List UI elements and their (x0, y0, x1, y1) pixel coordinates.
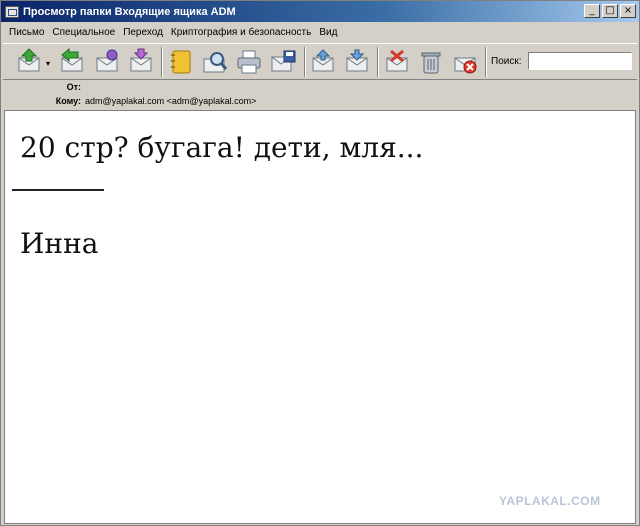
forward-icon[interactable] (127, 48, 155, 76)
message-body: 20 стр? бугага! дети, мля... Инна YAPLAK… (4, 110, 636, 524)
menu-item-special[interactable]: Специальное (48, 27, 119, 38)
menu-item-view[interactable]: Вид (315, 27, 341, 38)
junk-icon[interactable] (451, 48, 479, 76)
from-row: От: (3, 82, 637, 95)
close-button[interactable]: × (620, 4, 636, 18)
toolbar: ▾ Поиск: (3, 43, 637, 80)
to-value[interactable]: adm@yaplakal.com <adm@yaplakal.com> (85, 96, 256, 106)
toolbar-separator (304, 47, 306, 77)
reply-icon[interactable] (58, 48, 86, 76)
toolbar-separator (377, 47, 379, 77)
mark-icon[interactable] (383, 48, 411, 76)
message-text: 20 стр? бугага! дети, мля... (20, 131, 424, 164)
window-icon (5, 5, 19, 18)
menu-bar: Письмо Специальное Переход Криптография … (5, 23, 341, 41)
message-signature: Инна (20, 227, 99, 260)
watermark-logo: YAPLAKAL.COM (499, 494, 601, 508)
previous-message-icon[interactable] (309, 48, 337, 76)
menu-item-crypto[interactable]: Криптография и безопасность (167, 27, 315, 38)
maximize-button[interactable]: □ (602, 4, 618, 18)
find-icon[interactable] (201, 48, 229, 76)
search-label: Поиск: (491, 56, 522, 67)
save-icon[interactable] (269, 48, 297, 76)
print-icon[interactable] (235, 48, 263, 76)
reply-all-icon[interactable] (93, 48, 121, 76)
search-input[interactable] (528, 52, 632, 70)
next-message-icon[interactable] (343, 48, 371, 76)
message-headers: От: Кому: adm@yaplakal.com <adm@yaplakal… (3, 82, 637, 110)
get-mail-dropdown-icon[interactable]: ▾ (46, 59, 50, 68)
address-book-icon[interactable] (167, 48, 195, 76)
to-row: Кому: adm@yaplakal.com <adm@yaplakal.com… (3, 96, 637, 109)
toolbar-separator (485, 47, 487, 77)
minimize-button[interactable]: _ (584, 4, 600, 18)
toolbar-separator (161, 47, 163, 77)
window-controls: _ □ × (584, 4, 636, 18)
signature-divider (12, 189, 104, 191)
menu-item-go[interactable]: Переход (119, 27, 167, 38)
delete-icon[interactable] (417, 48, 445, 76)
mail-window: Просмотр папки Входящие ящика ADM _ □ × … (0, 0, 640, 526)
get-mail-icon[interactable] (15, 48, 43, 76)
menu-item-letter[interactable]: Письмо (5, 27, 48, 38)
from-label: От: (66, 82, 81, 92)
title-bar[interactable]: Просмотр папки Входящие ящика ADM _ □ × (1, 1, 639, 22)
to-label: Кому: (55, 96, 81, 106)
window-title: Просмотр папки Входящие ящика ADM (23, 5, 236, 18)
